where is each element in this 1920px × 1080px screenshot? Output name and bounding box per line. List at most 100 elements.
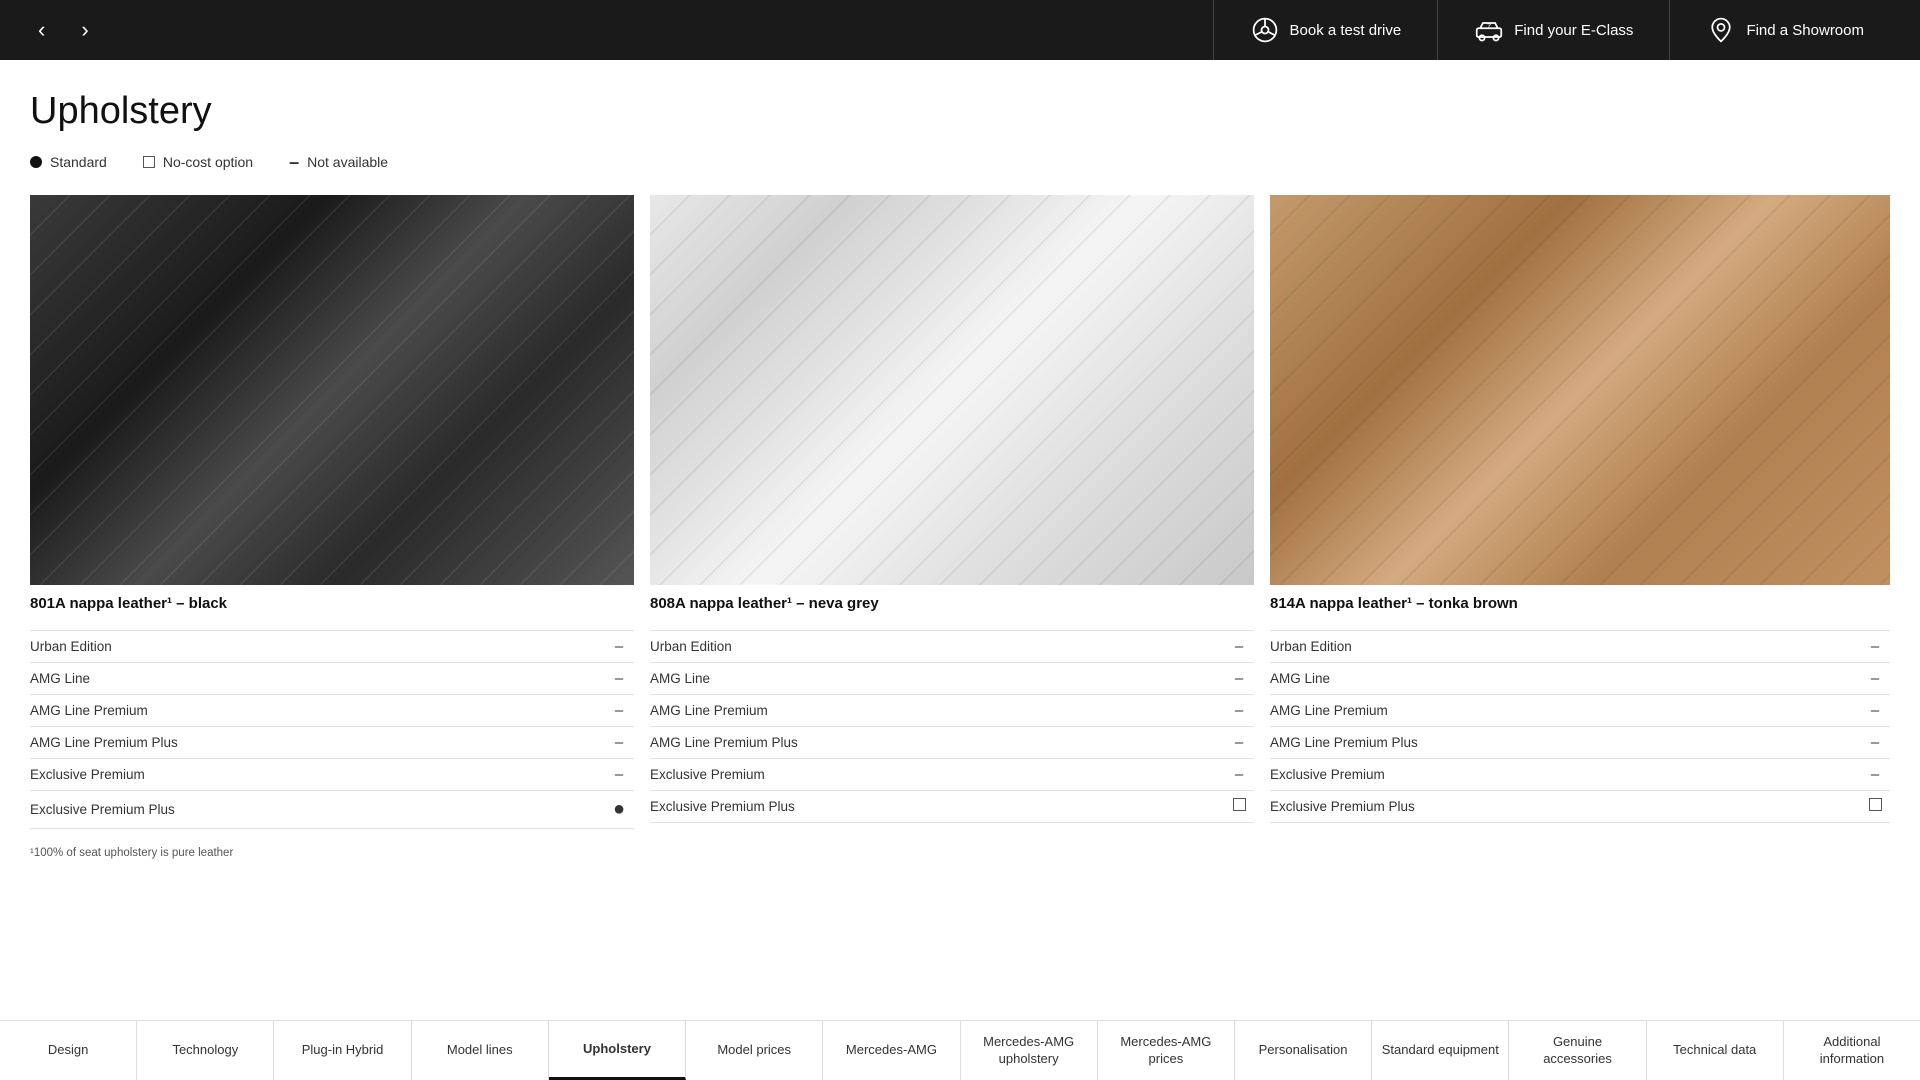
row-value: –: [1860, 734, 1890, 751]
table-row: Exclusive Premium–: [30, 758, 634, 790]
main-content: Upholstery Standard No-cost option – Not…: [0, 60, 1920, 879]
card-title-black: 801A nappa leather¹ – black: [30, 595, 634, 620]
nav-item-genuine-accessories[interactable]: Genuine accessories: [1509, 1021, 1646, 1080]
row-value: –: [1224, 702, 1254, 719]
page-title: Upholstery: [30, 90, 1890, 133]
nav-item-standard-equipment[interactable]: Standard equipment: [1372, 1021, 1509, 1080]
row-value: –: [604, 766, 634, 783]
card-title-grey: 808A nappa leather¹ – neva grey: [650, 595, 1254, 620]
row-value-square: [1224, 798, 1254, 815]
table-row: Exclusive Premium Plus: [650, 790, 1254, 823]
table-row: Urban Edition–: [650, 630, 1254, 662]
row-label: AMG Line Premium: [1270, 703, 1860, 718]
row-label: AMG Line Premium Plus: [1270, 735, 1860, 750]
next-arrow[interactable]: ›: [63, 17, 106, 43]
card-rows-brown: Urban Edition–AMG Line–AMG Line Premium–…: [1270, 630, 1890, 823]
footnote: ¹100% of seat upholstery is pure leather: [30, 847, 1890, 859]
nav-item-personalisation[interactable]: Personalisation: [1235, 1021, 1372, 1080]
row-label: AMG Line Premium Plus: [650, 735, 1224, 750]
row-value: ●: [604, 798, 634, 821]
card-image-black: [30, 195, 634, 585]
find-showroom-link[interactable]: Find a Showroom: [1669, 0, 1900, 60]
square-icon: [1869, 798, 1882, 811]
row-label: Exclusive Premium: [650, 767, 1224, 782]
row-label: Urban Edition: [30, 639, 604, 654]
table-row: Exclusive Premium–: [650, 758, 1254, 790]
nav-item-technology[interactable]: Technology: [137, 1021, 274, 1080]
card-rows-black: Urban Edition–AMG Line–AMG Line Premium–…: [30, 630, 634, 829]
card-rows-grey: Urban Edition–AMG Line–AMG Line Premium–…: [650, 630, 1254, 823]
car-icon: ?: [1474, 15, 1504, 45]
nav-item-upholstery[interactable]: Upholstery: [549, 1021, 686, 1080]
legend-not-available: – Not available: [289, 153, 388, 171]
table-row: AMG Line Premium–: [1270, 694, 1890, 726]
row-label: AMG Line Premium: [650, 703, 1224, 718]
nav-item-additional-information[interactable]: Additional information: [1784, 1021, 1920, 1080]
table-row: AMG Line Premium Plus–: [1270, 726, 1890, 758]
legend-no-cost: No-cost option: [143, 154, 253, 170]
row-value: –: [1860, 766, 1890, 783]
bottom-nav: DesignTechnologyPlug-in HybridModel line…: [0, 1020, 1920, 1080]
find-eclass-label: Find your E-Class: [1514, 22, 1633, 39]
steering-wheel-icon: [1250, 15, 1280, 45]
svg-text:?: ?: [1487, 22, 1491, 29]
table-row: Exclusive Premium Plus: [1270, 790, 1890, 823]
header-actions: Book a test drive ? Find your E-Class: [1213, 0, 1901, 60]
no-cost-square-icon: [143, 156, 155, 168]
row-label: AMG Line: [1270, 671, 1860, 686]
card-brown: 814A nappa leather¹ – tonka brownUrban E…: [1270, 195, 1890, 829]
row-label: AMG Line Premium Plus: [30, 735, 604, 750]
standard-dot-icon: [30, 156, 42, 168]
table-row: AMG Line Premium–: [30, 694, 634, 726]
square-icon: [1233, 798, 1246, 811]
table-row: AMG Line–: [1270, 662, 1890, 694]
standard-label: Standard: [50, 154, 107, 170]
row-value-square: [1860, 798, 1890, 815]
row-value: –: [604, 702, 634, 719]
table-row: Exclusive Premium–: [1270, 758, 1890, 790]
find-eclass-link[interactable]: ? Find your E-Class: [1437, 0, 1669, 60]
table-row: Exclusive Premium Plus●: [30, 790, 634, 829]
cards-grid: 801A nappa leather¹ – black Urban Edition…: [30, 195, 1890, 829]
row-value: –: [604, 734, 634, 751]
nav-item-technical-data[interactable]: Technical data: [1647, 1021, 1784, 1080]
legend: Standard No-cost option – Not available: [30, 153, 1890, 171]
card-image-brown: [1270, 195, 1890, 585]
row-value: –: [1860, 670, 1890, 687]
row-value: –: [1224, 638, 1254, 655]
row-label: Exclusive Premium Plus: [30, 802, 604, 817]
not-available-dash-icon: –: [289, 153, 299, 171]
no-cost-label: No-cost option: [163, 154, 253, 170]
prev-arrow[interactable]: ‹: [20, 17, 63, 43]
nav-item-mercedes-amg[interactable]: Mercedes-AMG: [823, 1021, 960, 1080]
table-row: AMG Line–: [650, 662, 1254, 694]
nav-item-plug-in-hybrid[interactable]: Plug-in Hybrid: [274, 1021, 411, 1080]
not-available-label: Not available: [307, 154, 388, 170]
table-row: AMG Line Premium Plus–: [30, 726, 634, 758]
row-value: –: [604, 670, 634, 687]
row-label: Urban Edition: [1270, 639, 1860, 654]
row-label: Urban Edition: [650, 639, 1224, 654]
row-value: –: [1224, 734, 1254, 751]
header: ‹ › Book a test drive: [0, 0, 1920, 60]
table-row: Urban Edition–: [30, 630, 634, 662]
row-value: –: [1224, 766, 1254, 783]
book-test-drive-link[interactable]: Book a test drive: [1213, 0, 1438, 60]
table-row: AMG Line–: [30, 662, 634, 694]
legend-standard: Standard: [30, 154, 107, 170]
row-label: Exclusive Premium Plus: [650, 799, 1224, 814]
row-label: Exclusive Premium: [30, 767, 604, 782]
row-label: AMG Line Premium: [30, 703, 604, 718]
row-value: –: [604, 638, 634, 655]
nav-item-mercedes-amg-upholstery[interactable]: Mercedes-AMG upholstery: [961, 1021, 1098, 1080]
card-image-grey: [650, 195, 1254, 585]
nav-item-model-prices[interactable]: Model prices: [686, 1021, 823, 1080]
nav-item-model-lines[interactable]: Model lines: [412, 1021, 549, 1080]
nav-item-mercedes-amg-prices[interactable]: Mercedes-AMG prices: [1098, 1021, 1235, 1080]
row-label: AMG Line: [650, 671, 1224, 686]
card-black: 801A nappa leather¹ – black Urban Edition…: [30, 195, 650, 829]
table-row: AMG Line Premium–: [650, 694, 1254, 726]
find-showroom-label: Find a Showroom: [1746, 22, 1864, 39]
nav-item-design[interactable]: Design: [0, 1021, 137, 1080]
row-value: –: [1860, 702, 1890, 719]
